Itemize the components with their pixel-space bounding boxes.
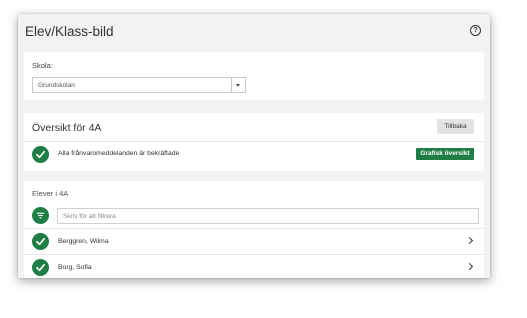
school-select-toggle[interactable]: [231, 78, 245, 92]
filter-input[interactable]: [57, 208, 479, 224]
chevron-right-icon: [465, 236, 474, 245]
student-row[interactable]: Borg, Sofia: [24, 255, 484, 278]
overview-title: Översikt för 4A: [32, 122, 102, 134]
students-card: Elever i 4A Berggren, Wilma Borg, Sofia: [24, 181, 484, 278]
status-text: Alla frånvaromeddelanden är bekräftade: [58, 150, 180, 157]
school-select-value: Grundskolan: [38, 82, 75, 89]
chevron-right-icon: [465, 262, 474, 271]
page-title: Elev/Klass-bild: [25, 24, 114, 39]
back-button[interactable]: Tillbaka: [437, 119, 474, 134]
app-window: Elev/Klass-bild ? Skola: Grundskolan Öve…: [18, 14, 490, 278]
check-circle-icon: [32, 233, 49, 250]
help-icon[interactable]: ?: [470, 25, 481, 36]
overview-card: Översikt för 4A Tillbaka Alla frånvarome…: [24, 113, 484, 171]
students-heading: Elever i 4A: [32, 189, 69, 198]
school-select[interactable]: Grundskolan: [32, 77, 246, 93]
caret-down-icon: [236, 84, 240, 87]
student-name: Berggren, Wilma: [58, 238, 109, 245]
student-name: Borg, Sofia: [58, 264, 92, 271]
check-circle-icon: [32, 259, 49, 276]
school-card: Skola: Grundskolan: [24, 52, 484, 100]
school-label: Skola:: [32, 61, 53, 70]
check-circle-icon: [32, 146, 49, 163]
student-row[interactable]: Berggren, Wilma: [24, 229, 484, 254]
filter-icon[interactable]: [32, 207, 49, 224]
divider: [24, 141, 484, 142]
graphic-overview-button[interactable]: Grafisk översikt: [416, 148, 474, 160]
